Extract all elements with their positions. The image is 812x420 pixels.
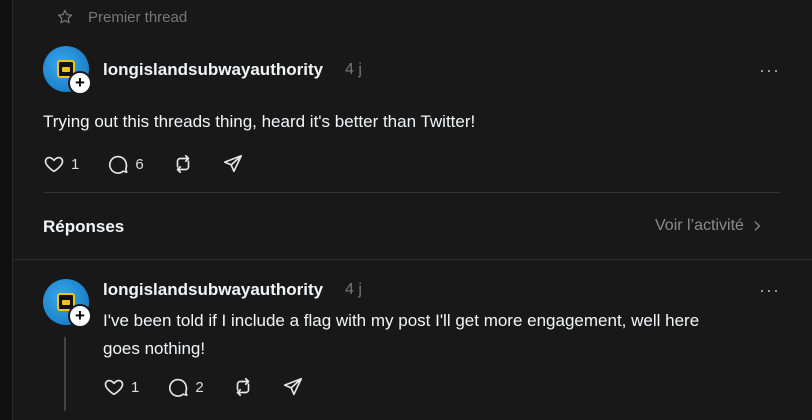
reply-comment-button[interactable]: 2	[167, 376, 204, 398]
comment-button[interactable]: 6	[107, 153, 144, 175]
repost-icon	[176, 154, 190, 174]
section-divider	[13, 259, 812, 260]
post-time[interactable]: 4 j	[345, 61, 362, 79]
reply-actions: 1 2	[103, 376, 332, 398]
comment-icon	[169, 378, 188, 397]
username[interactable]: longislandsubwayauthority	[103, 60, 323, 80]
post-text: Trying out this threads thing, heard it'…	[43, 112, 476, 131]
share-icon	[283, 377, 302, 396]
reply-text-line-2: goes nothing!	[103, 339, 206, 358]
reply-time[interactable]: 4 j	[345, 281, 362, 299]
reply-username[interactable]: longislandsubwayauthority	[103, 280, 323, 300]
plus-icon: +	[75, 306, 85, 325]
heart-icon	[104, 379, 124, 396]
reply-like-count: 1	[131, 378, 140, 396]
comment-icon	[109, 155, 128, 174]
divider	[43, 192, 781, 193]
view-activity-label: Voir l’activité	[655, 217, 744, 234]
thread-line	[64, 337, 66, 411]
reply-text: I've been told if I include a flag with …	[103, 307, 793, 363]
star-icon	[57, 9, 73, 24]
pinned-label: Premier thread	[88, 8, 188, 26]
reply-more-icon[interactable]: ···	[759, 280, 780, 301]
reply-like-button[interactable]: 1	[103, 376, 139, 398]
post-actions: 1 6	[43, 153, 272, 175]
reply-share-button[interactable]	[282, 376, 304, 398]
plus-icon: +	[75, 73, 85, 92]
like-count: 1	[71, 155, 80, 173]
share-button[interactable]	[222, 153, 244, 175]
more-icon[interactable]: ···	[759, 60, 780, 81]
reply-follow-plus-button[interactable]: +	[68, 304, 92, 328]
chevron-right-icon	[754, 221, 760, 231]
heart-icon	[44, 156, 64, 173]
comment-count: 6	[135, 155, 144, 173]
repost-icon	[236, 377, 250, 397]
reply-comment-count: 2	[195, 378, 204, 396]
reply-repost-button[interactable]	[232, 376, 254, 398]
reply-text-line-1: I've been told if I include a flag with …	[103, 311, 700, 330]
view-activity-link[interactable]: Voir l’activité	[655, 217, 764, 235]
share-icon	[223, 154, 242, 173]
follow-plus-button[interactable]: +	[68, 71, 92, 95]
replies-title: Réponses	[43, 217, 125, 236]
like-button[interactable]: 1	[43, 153, 79, 175]
pinned-row: Premier thread	[56, 8, 187, 26]
repost-button[interactable]	[172, 153, 194, 175]
